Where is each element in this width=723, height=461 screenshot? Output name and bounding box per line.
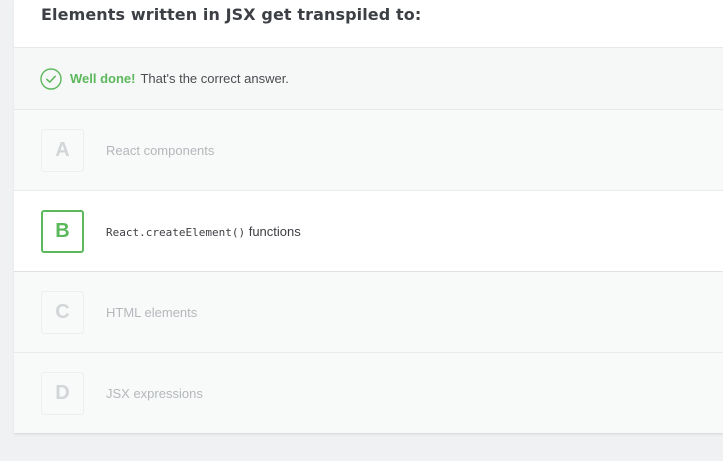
option-text: React components	[106, 142, 215, 158]
feedback-text: That's the correct answer.	[140, 71, 289, 86]
option-letter: B	[41, 209, 84, 253]
option-b[interactable]: B React.createElement() functions	[14, 191, 723, 272]
option-d[interactable]: D JSX expressions	[14, 353, 723, 433]
option-a[interactable]: A React components	[14, 110, 723, 191]
option-text: JSX expressions	[106, 385, 203, 401]
check-circle-icon	[40, 67, 62, 90]
option-suffix: functions	[248, 223, 301, 239]
feedback-banner: Well done! That's the correct answer.	[14, 48, 723, 110]
option-text: React.createElement() functions	[106, 224, 301, 239]
quiz-card: Elements written in JSX get transpiled t…	[14, 0, 723, 434]
question-text: Elements written in JSX get transpiled t…	[41, 5, 422, 24]
question-header: Elements written in JSX get transpiled t…	[14, 0, 723, 48]
option-c[interactable]: C HTML elements	[14, 272, 723, 353]
option-text: HTML elements	[106, 304, 198, 320]
option-code: React.createElement()	[106, 225, 246, 239]
option-letter: C	[41, 290, 84, 334]
option-letter: A	[41, 128, 84, 172]
feedback-strong: Well done!	[70, 71, 136, 86]
option-letter: D	[41, 371, 84, 415]
